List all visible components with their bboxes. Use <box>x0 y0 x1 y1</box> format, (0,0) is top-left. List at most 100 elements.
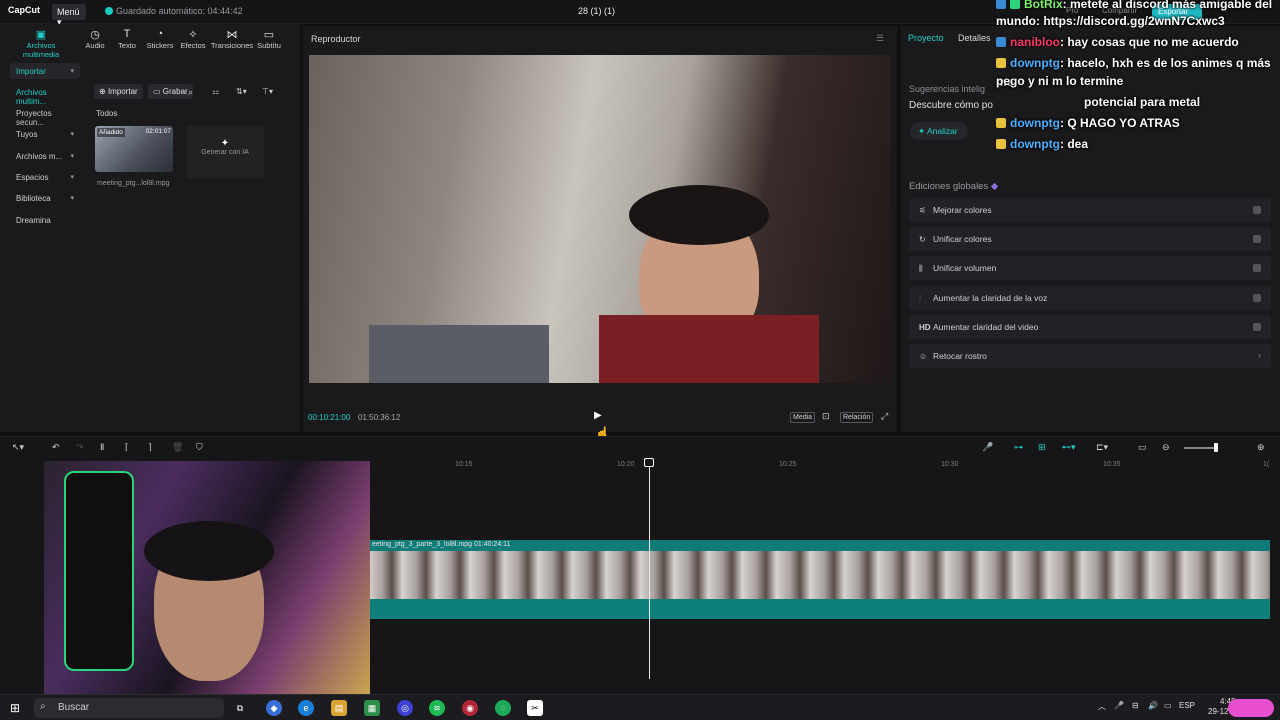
tab-effects[interactable]: ✧ Efectos <box>176 28 210 56</box>
toggle[interactable] <box>1253 264 1261 272</box>
sidebar-item-tuyos[interactable]: Tuyos ▾ <box>10 126 80 142</box>
caption-icon[interactable]: ▭ <box>1138 442 1147 453</box>
speaker-icon[interactable]: 🔊 <box>1148 701 1158 710</box>
tab-subtitles[interactable]: ▭ Subtítu <box>256 28 282 56</box>
media-thumbnail[interactable]: Añadido 02:01:07 <box>95 126 173 172</box>
split-left-icon[interactable]: ⌈ <box>125 442 129 453</box>
ruler-tick: 10:35 <box>1103 461 1121 468</box>
global-item-unificar-volumen[interactable]: ⫼ Unificar volumen <box>909 256 1271 280</box>
shield-icon[interactable]: ⛉ <box>196 442 203 453</box>
preview-axis-icon[interactable]: ⊏▾ <box>1096 442 1108 453</box>
chevron-down-icon: ▾ <box>70 153 74 160</box>
record-button[interactable]: ▭ Grabar <box>148 84 193 99</box>
sidebar-label: Espacios <box>16 173 49 182</box>
clip-title[interactable]: eeting_ptg_3_parte_3_lol8l.mpg 01:40:24:… <box>368 540 1270 551</box>
menu-button[interactable]: Menú ▾ <box>52 4 86 27</box>
task-view-icon[interactable]: ⧉ <box>232 700 248 716</box>
search-icon[interactable]: ⌕ <box>188 87 193 98</box>
taskbar-search[interactable]: ⌕ Buscar <box>34 698 224 718</box>
language-indicator[interactable]: ESP <box>1179 701 1195 710</box>
sidebar-item-dreamina[interactable]: Dreamina <box>10 212 80 228</box>
sidebar-item-archivos[interactable]: Archivos multim... <box>10 84 80 106</box>
app-icon[interactable]: ▦ <box>364 700 380 716</box>
spotify-icon[interactable]: ≋ <box>429 700 445 716</box>
tab-text[interactable]: T Texto <box>110 28 144 56</box>
copilot-icon[interactable]: ◆ <box>266 700 282 716</box>
ruler-tick: 10:30 <box>941 461 959 468</box>
video-preview[interactable] <box>309 55 891 383</box>
file-explorer-icon[interactable]: ▤ <box>331 700 347 716</box>
link-icon[interactable]: ⊶ <box>1014 442 1023 453</box>
select-tool-icon[interactable]: ↖▾ <box>12 442 24 453</box>
video-clip[interactable] <box>368 551 1270 599</box>
undo-icon[interactable]: ↶ <box>52 442 60 453</box>
tab-stickers[interactable]: ◔ Stickers <box>143 28 177 56</box>
tab-project[interactable]: Proyecto <box>908 33 944 43</box>
toggle[interactable] <box>1253 206 1261 214</box>
mic-tray-icon[interactable]: 🎤 <box>1114 701 1124 710</box>
tab-details[interactable]: Detalles <box>958 33 991 43</box>
toggle[interactable] <box>1253 323 1261 331</box>
chat-app-icon[interactable]: ◌ <box>495 700 511 716</box>
tab-media[interactable]: ▣ Archivos multimedia <box>8 28 74 59</box>
import-button[interactable]: ⊕ Importar <box>94 84 143 99</box>
zoom-out-icon[interactable]: ⊖ <box>1162 442 1170 453</box>
ratio-button[interactable]: Relación <box>840 412 874 423</box>
tab-transitions[interactable]: ⋈ Transiciones <box>210 28 254 56</box>
moderator-badge-icon <box>996 37 1006 47</box>
sidebar-item-archivos-m[interactable]: Archivos m... ▾ <box>10 148 80 164</box>
global-item-claridad-voz[interactable]: ⫶ Aumentar la claridad de la voz <box>909 286 1271 310</box>
analyze-button[interactable]: ✦ Analizar <box>910 122 968 140</box>
audio-waveform[interactable] <box>368 599 1270 619</box>
generate-ai-button[interactable]: ✦ Generar con IA <box>186 126 264 178</box>
screenshot-icon[interactable]: ⊡ <box>822 411 830 422</box>
tray-chevron-icon[interactable]: ︿ <box>1098 701 1106 712</box>
obs-icon[interactable]: ◉ <box>462 700 478 716</box>
chat-user: downptg <box>1010 56 1060 70</box>
split-right-icon[interactable]: ⌉ <box>148 442 152 453</box>
fullscreen-icon[interactable]: ⤢ <box>881 411 888 422</box>
chat-text: : metete al discord más amigable del <box>1062 0 1273 11</box>
item-label: Mejorar colores <box>933 205 992 215</box>
network-icon[interactable]: ⊟ <box>1132 701 1139 710</box>
sidebar-item-biblioteca[interactable]: Biblioteca ▾ <box>10 190 80 206</box>
chat-user: nanibloo <box>1010 35 1060 49</box>
magnet-icon[interactable]: ⊞ <box>1038 442 1046 453</box>
toggle[interactable] <box>1253 235 1261 243</box>
view-icon[interactable]: ⊤▾ <box>262 87 273 96</box>
capcut-icon[interactable]: ✂ <box>527 700 543 716</box>
playhead-handle[interactable] <box>644 458 654 467</box>
split-icon[interactable]: Ⅱ <box>100 442 104 453</box>
playhead-line[interactable] <box>649 461 650 679</box>
media-button[interactable]: Media <box>790 412 816 423</box>
filter-icon[interactable]: ⚏ <box>212 87 219 96</box>
sort-icon[interactable]: ⇅▾ <box>236 87 247 96</box>
discord-icon[interactable]: ◎ <box>397 700 413 716</box>
zoom-fit-icon[interactable]: ⊕ <box>1257 442 1265 453</box>
sub-badge-icon <box>996 58 1006 68</box>
microphone-icon[interactable]: 🎤 <box>982 442 993 453</box>
tab-audio[interactable]: ◷ Audio <box>78 28 112 56</box>
global-item-retocar-rostro[interactable]: ☺ Retocar rostro › <box>909 344 1271 368</box>
global-item-claridad-video[interactable]: HD Aumentar claridad del video <box>909 315 1271 339</box>
windows-start-icon[interactable]: ⊞ <box>10 701 20 715</box>
chair-shape <box>64 471 134 671</box>
menu-icon[interactable]: ☰ <box>876 33 884 44</box>
zoom-slider-handle[interactable] <box>1214 443 1218 452</box>
battery-icon[interactable]: ▭ <box>1164 701 1172 710</box>
redo-icon[interactable]: ↷ <box>76 442 84 453</box>
record-label: Grabar <box>162 87 188 96</box>
zoom-slider[interactable] <box>1184 447 1218 449</box>
chat-user: BotRix <box>1024 0 1063 11</box>
global-item-mejorar-colores[interactable]: ⚟ Mejorar colores <box>909 198 1271 222</box>
delete-icon[interactable]: 🗑 <box>172 442 183 453</box>
toggle[interactable] <box>1253 294 1261 302</box>
snap-icon[interactable]: ⊷▾ <box>1062 442 1076 453</box>
sidebar-item-proyectos[interactable]: Proyectos secun... <box>10 105 80 127</box>
sidebar-item-importar[interactable]: Importar ▾ <box>10 63 80 79</box>
sidebar-item-espacios[interactable]: Espacios ▾ <box>10 169 80 185</box>
global-item-unificar-colores[interactable]: ↻ Unificar colores <box>909 227 1271 251</box>
taskbar: ⊞ ⌕ Buscar ⧉ ◆ e ▤ ▦ ◎ ≋ ◉ ◌ ✂ ︿ 🎤 ⊟ 🔊 ▭ … <box>0 694 1280 720</box>
edge-icon[interactable]: e <box>298 700 314 716</box>
play-button[interactable]: ▶ <box>594 410 602 421</box>
